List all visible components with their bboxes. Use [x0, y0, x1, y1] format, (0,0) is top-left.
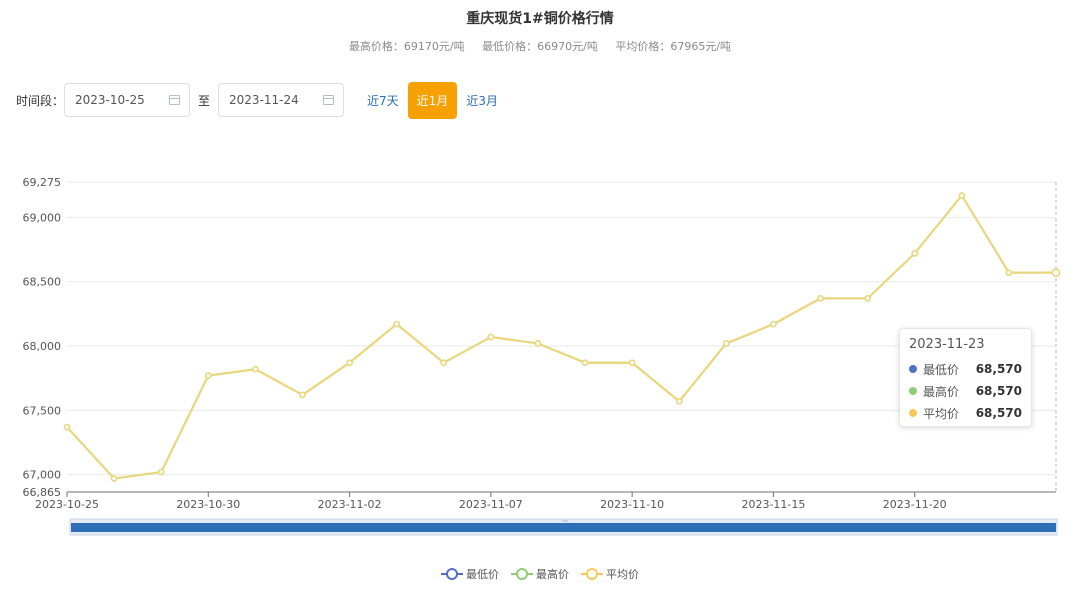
legend-item-low[interactable]: 最低价 [441, 566, 499, 582]
data-point [1051, 268, 1061, 277]
data-point [440, 359, 448, 366]
data-point [628, 359, 636, 366]
x-tick-label: 2023-11-10 [600, 498, 664, 511]
data-point [157, 468, 165, 476]
zoom-slider-fill [71, 523, 1056, 532]
line-marker-icon [441, 568, 463, 580]
tooltip-row-low: 最低价 68,570 [909, 358, 1022, 380]
series-dot [909, 387, 917, 395]
chart-tooltip: 2023-11-23 最低价 68,570 最高价 68,570 平均价 68,… [899, 328, 1032, 427]
y-tick-label: 67,000 [23, 469, 62, 482]
x-tick-label: 2023-11-20 [883, 498, 947, 511]
tooltip-row-high: 最高价 68,570 [909, 380, 1022, 402]
chart-legend: 最低价 最高价 平均价 [0, 566, 1080, 582]
data-point [252, 365, 259, 373]
tooltip-series-value: 68,570 [975, 406, 1022, 420]
tooltip-date: 2023-11-23 [909, 337, 985, 352]
y-tick-label: 68,000 [23, 340, 62, 353]
tooltip-series-name: 最低价 [923, 362, 960, 377]
data-point [487, 333, 495, 341]
data-point [346, 359, 353, 366]
series-dot [909, 365, 917, 373]
legend-label: 最低价 [466, 568, 499, 581]
data-point [817, 295, 824, 302]
data-point [958, 192, 966, 199]
y-tick-label: 69,275 [23, 176, 62, 189]
y-tick-label: 69,000 [23, 211, 62, 224]
data-point [770, 320, 777, 328]
x-tick-label: 2023-11-02 [318, 498, 382, 511]
data-point [675, 398, 683, 405]
legend-label: 最高价 [536, 568, 569, 581]
data-point [911, 250, 918, 257]
tooltip-row-avg: 平均价 68,570 [909, 402, 1022, 424]
legend-label: 平均价 [606, 568, 639, 581]
tooltip-series-name: 最高价 [923, 384, 960, 399]
data-point [534, 340, 542, 347]
data-point [205, 372, 212, 379]
data-point [299, 391, 306, 399]
data-point [110, 475, 118, 482]
line-marker-icon [511, 568, 533, 580]
data-point [63, 423, 71, 431]
y-tick-label: 68,500 [23, 276, 62, 289]
data-point [1005, 269, 1013, 276]
tooltip-series-name: 平均价 [923, 406, 960, 421]
data-point [581, 359, 589, 366]
y-tick-label: 67,500 [23, 404, 62, 417]
data-point [723, 340, 730, 347]
data-point [864, 295, 871, 302]
x-tick-label: 2023-10-30 [176, 498, 240, 511]
series-dot [909, 409, 917, 417]
legend-item-high[interactable]: 最高价 [511, 566, 569, 582]
price-line-chart: 66,86567,00067,50068,00068,50069,00069,2… [23, 176, 1061, 536]
x-tick-label: 2023-11-07 [459, 498, 523, 511]
tooltip-series-value: 68,570 [975, 362, 1022, 376]
x-tick-label: 2023-10-25 [35, 498, 99, 511]
x-tick-label: 2023-11-15 [741, 498, 805, 511]
tooltip-series-value: 68,570 [975, 384, 1022, 398]
data-point [393, 320, 400, 328]
line-marker-icon [581, 568, 603, 580]
legend-item-avg[interactable]: 平均价 [581, 566, 639, 582]
